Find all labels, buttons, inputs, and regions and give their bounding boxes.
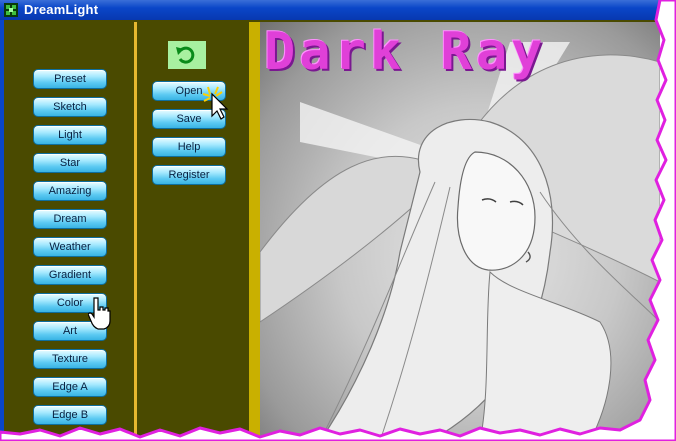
app-window: DreamLight Preset Sketch Light Star Amaz… [0,0,676,441]
torn-edge [0,0,676,441]
